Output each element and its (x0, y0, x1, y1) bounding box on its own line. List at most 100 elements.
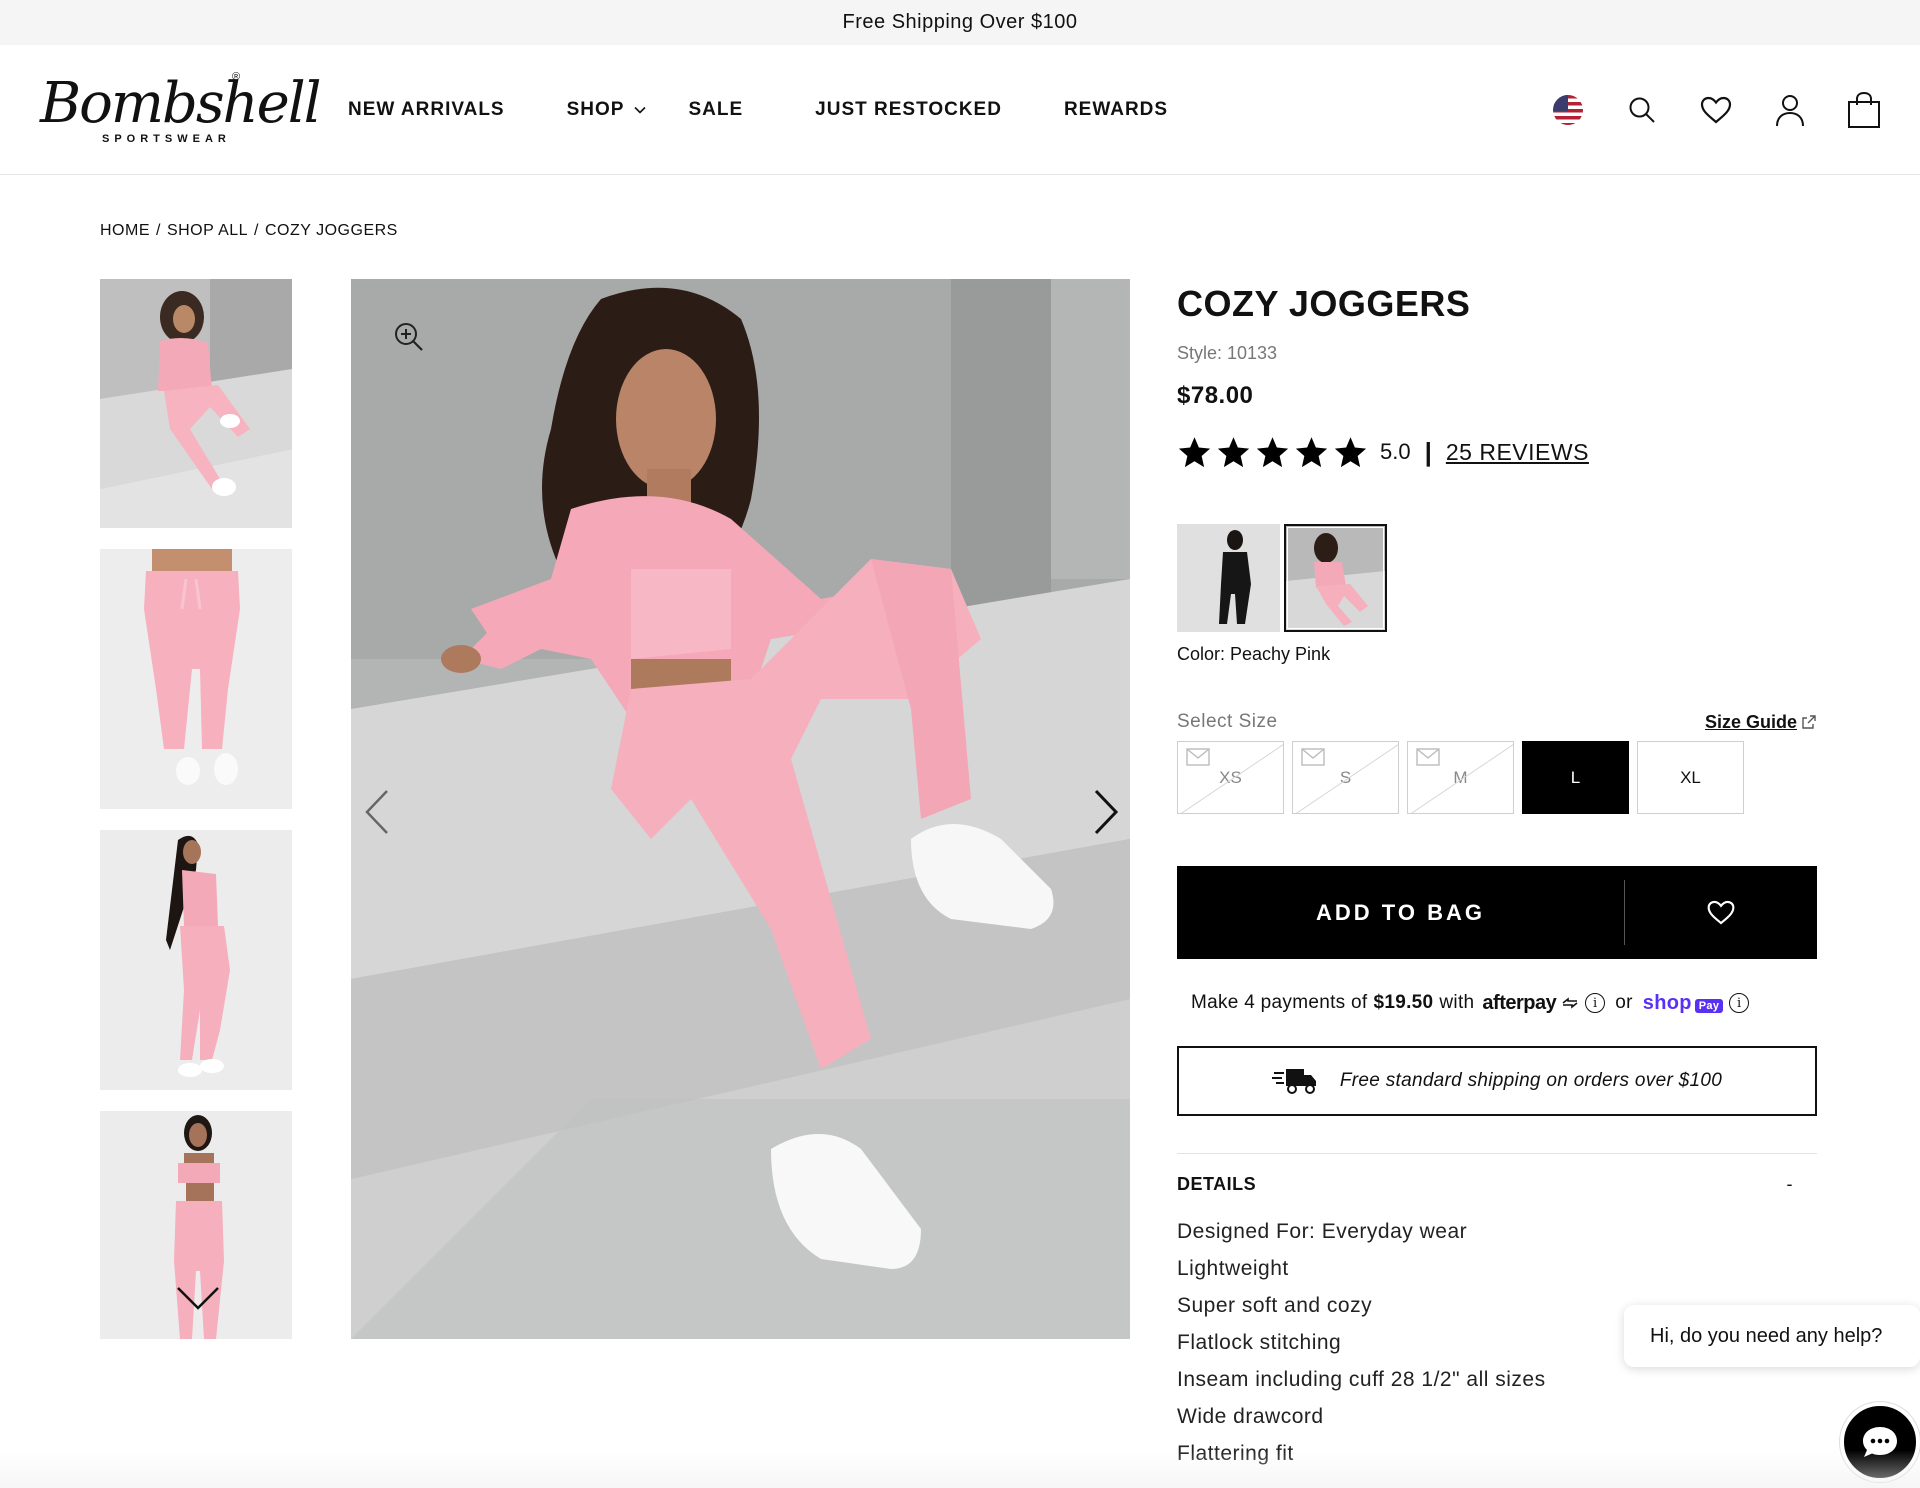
pay-badge: Pay (1694, 998, 1724, 1013)
size-guide-link[interactable]: Size Guide (1705, 712, 1817, 733)
nav-label: SALE (688, 99, 744, 120)
thumbnail-2[interactable] (100, 549, 292, 809)
bag-icon (1848, 91, 1880, 128)
list-item: Wide drawcord (1177, 1405, 1324, 1428)
nav-shop[interactable]: SHOP (567, 99, 647, 121)
size-label-text: S (1339, 767, 1352, 787)
breadcrumb-home[interactable]: HOME (100, 222, 150, 240)
external-link-icon (1802, 715, 1816, 729)
logo-script: Bombshell (40, 71, 322, 136)
rating-value: 5.0 (1380, 439, 1411, 464)
heart-icon (1707, 900, 1735, 925)
color-label: Color: Peachy Pink (1177, 644, 1331, 664)
logo-subtitle: SPORTSWEAR (102, 133, 231, 145)
main-nav: NEW ARRIVALS SHOP SALE JUST RESTOCKED RE… (348, 45, 1168, 175)
product-photo-side (100, 830, 292, 1090)
chat-greeting-text: Hi, do you need any help? (1650, 1324, 1883, 1347)
collapse-icon: - (1786, 1174, 1793, 1194)
nav-rewards[interactable]: REWARDS (1064, 99, 1168, 121)
size-l[interactable]: L (1522, 741, 1629, 814)
payments-prefix: Make 4 payments of (1191, 992, 1368, 1013)
payments-or: or (1615, 992, 1633, 1013)
zoom-icon[interactable] (393, 321, 425, 353)
nav-sale[interactable]: SALE (688, 99, 743, 121)
thumbnail-1[interactable] (100, 279, 292, 528)
chevron-down-icon (634, 106, 647, 114)
shop-wordmark: shop (1642, 991, 1692, 1014)
info-icon[interactable]: i (1585, 993, 1606, 1013)
search-icon (1629, 97, 1655, 123)
nav-just-restocked[interactable]: JUST RESTOCKED (815, 99, 1002, 121)
breadcrumb-current: COZY JOGGERS (265, 222, 398, 239)
breadcrumb-shop-all[interactable]: SHOP ALL (167, 222, 248, 240)
color-swatches (1177, 524, 1817, 632)
announcement-bar: Free Shipping Over $100 (0, 0, 1920, 45)
size-label: Select Size (1177, 711, 1278, 732)
swatch-image-peachy-pink (1286, 526, 1385, 630)
star-icon (1178, 436, 1211, 467)
size-header: Select Size Size Guide (1177, 711, 1817, 733)
size-m[interactable]: M (1407, 741, 1514, 814)
size-label-text: M (1453, 767, 1468, 787)
size-label-text: L (1570, 767, 1581, 787)
size-s[interactable]: S (1292, 741, 1399, 814)
account-button[interactable] (1772, 92, 1808, 128)
delivery-truck-icon (1271, 1069, 1316, 1094)
size-xs[interactable]: XS (1177, 741, 1284, 814)
main-product-image[interactable] (351, 279, 1130, 1339)
chevron-left-icon[interactable] (359, 787, 393, 837)
breadcrumb-separator: / (156, 222, 161, 239)
divider (1177, 1153, 1817, 1154)
swatch-peachy-pink[interactable] (1284, 524, 1387, 632)
rating-separator: | (1424, 436, 1432, 467)
chat-greeting[interactable]: Hi, do you need any help? (1624, 1305, 1920, 1367)
installment-payments: Make 4 payments of $19.50 with afterpay … (1191, 983, 1817, 1023)
payments-with: with (1439, 992, 1475, 1013)
list-item: Lightweight (1177, 1257, 1289, 1280)
breadcrumb-separator: / (254, 222, 259, 239)
star-icon (1295, 436, 1328, 467)
details-heading: DETAILS (1177, 1174, 1257, 1194)
chevron-right-icon[interactable] (1090, 787, 1124, 837)
reviews-link[interactable]: 25 REVIEWS (1446, 439, 1589, 466)
list-item: Flattering fit (1177, 1442, 1294, 1465)
nav-label: NEW ARRIVALS (348, 99, 505, 120)
product-info: COZY JOGGERS Style: 10133 $78.00 5.0 | 2… (1177, 279, 1817, 1472)
breadcrumb: HOME / SHOP ALL / COZY JOGGERS (100, 222, 398, 240)
shop-pay-logo[interactable]: shop Pay (1642, 991, 1724, 1015)
swatch-black[interactable] (1177, 524, 1280, 632)
add-to-bag-button[interactable]: ADD TO BAG (1177, 866, 1624, 959)
list-item: Designed For: Everyday wear (1177, 1220, 1468, 1243)
logo[interactable]: Bombshell ® SPORTSWEAR (40, 67, 322, 157)
size-xl[interactable]: XL (1637, 741, 1744, 814)
info-icon[interactable]: i (1729, 993, 1750, 1013)
chat-icon (1863, 1427, 1897, 1457)
shipping-text: Free standard shipping on orders over $1… (1339, 1070, 1723, 1091)
thumbnail-3[interactable] (100, 830, 292, 1090)
notify-mail-icon (1186, 748, 1210, 766)
chat-launcher-button[interactable] (1840, 1402, 1920, 1482)
afterpay-logo[interactable]: afterpay (1482, 992, 1579, 1015)
payments-amount: $19.50 (1373, 992, 1434, 1013)
chevron-down-icon[interactable] (176, 1282, 220, 1312)
product-photo-main (351, 279, 1130, 1339)
product-photo-legs (100, 549, 292, 809)
product-title: COZY JOGGERS (1177, 283, 1471, 324)
wishlist-button[interactable] (1698, 92, 1734, 128)
size-options: XS S M L XL (1177, 741, 1817, 814)
star-icon (1256, 436, 1289, 467)
country-selector[interactable] (1550, 92, 1586, 128)
notify-mail-icon (1416, 748, 1440, 766)
bag-button[interactable] (1846, 91, 1882, 128)
site-header: Bombshell ® SPORTSWEAR NEW ARRIVALS SHOP… (0, 45, 1920, 175)
rating-stars (1177, 435, 1368, 470)
star-icon (1334, 436, 1367, 467)
logo-registered-mark: ® (232, 71, 241, 83)
us-flag-icon (1553, 95, 1583, 125)
nav-new-arrivals[interactable]: NEW ARRIVALS (348, 99, 505, 121)
shipping-banner: Free standard shipping on orders over $1… (1177, 1046, 1817, 1116)
search-button[interactable] (1624, 92, 1660, 128)
details-accordion-header[interactable]: DETAILS - (1177, 1174, 1817, 1195)
size-label-text: XL (1680, 767, 1701, 787)
add-to-wishlist-button[interactable] (1625, 866, 1817, 959)
